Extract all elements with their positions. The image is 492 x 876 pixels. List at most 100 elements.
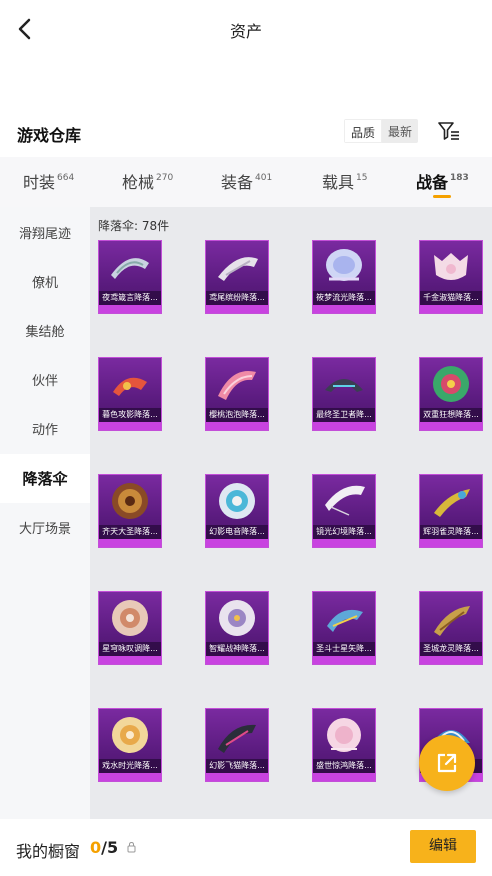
sort-quality-button[interactable]: 品质 (344, 119, 383, 143)
sidebar-item-partner[interactable]: 伙伴 (0, 355, 90, 404)
item-name: 双重狂想降落... (420, 408, 482, 422)
sidebar: 滑翔尾迹 僚机 集结舱 伙伴 动作 降落伞 大厅场景 (0, 207, 90, 819)
lock-icon (127, 841, 136, 853)
tab-label: 时装 (23, 173, 56, 192)
parachute-image (325, 379, 363, 392)
item-name: 戏水时光降落... (99, 759, 161, 773)
rarity-bar (420, 422, 482, 430)
parachute-image (218, 257, 258, 281)
tab-count: 664 (57, 172, 75, 183)
parachute-card[interactable]: 樱桃泡泡降落... (205, 357, 269, 431)
tab-fashion[interactable]: 时装 664 (23, 169, 74, 193)
filter-button[interactable] (436, 119, 462, 143)
top-bar: 资产 (0, 0, 492, 58)
sidebar-item-lobby-scene[interactable]: 大厅场景 (0, 503, 90, 552)
showcase-current: 0 (90, 838, 102, 857)
rarity-bar (313, 773, 375, 781)
rarity-bar (420, 305, 482, 313)
parachute-card[interactable]: 幻影飞猫降落... (205, 708, 269, 782)
external-link-icon (437, 753, 457, 773)
parachute-card[interactable]: 幻影电音降落... (205, 474, 269, 548)
parachute-card[interactable]: 齐天大圣降落... (98, 474, 162, 548)
sidebar-item-emote[interactable]: 动作 (0, 404, 90, 453)
showcase-bar: 我的橱窗 0/5 编辑 (0, 819, 492, 876)
warehouse-title: 游戏仓库 (17, 126, 82, 145)
item-name: 鸢尾缤纷降落... (206, 291, 268, 305)
item-name: 圣城龙灵降落... (420, 642, 482, 656)
parachute-image (112, 483, 148, 519)
showcase-total: /5 (101, 838, 119, 857)
rarity-bar (313, 539, 375, 547)
item-name: 盛世惊鸿降落... (313, 759, 375, 773)
rarity-bar (99, 773, 161, 781)
parachute-image (434, 606, 470, 636)
parachute-image (219, 483, 255, 519)
tab-count: 183 (450, 172, 469, 183)
sidebar-item-wingman[interactable]: 僚机 (0, 257, 90, 306)
parachute-card[interactable]: 星穹咏叹调降... (98, 591, 162, 665)
sort-latest-button[interactable]: 最新 (382, 119, 419, 143)
rarity-bar (99, 539, 161, 547)
item-name: 齐天大圣降落... (99, 525, 161, 539)
parachute-card[interactable]: 圣斗士星矢降... (312, 591, 376, 665)
parachute-card[interactable]: 夜鸢箴言降落... (98, 240, 162, 314)
rarity-bar (99, 656, 161, 664)
tab-count: 270 (156, 172, 174, 183)
tab-count: 15 (356, 172, 368, 183)
parachute-image (218, 371, 256, 400)
item-grid-panel: 降落伞: 78件 夜鸢箴言降落... 鸢尾缤纷降落... 筱梦流光降落... 千… (90, 207, 492, 819)
warehouse-toolbar: 游戏仓库 品质 最新 (0, 118, 492, 148)
parachute-image (327, 718, 361, 752)
rarity-bar (420, 656, 482, 664)
filter-icon (438, 122, 459, 140)
rarity-bar (206, 539, 268, 547)
parachute-image (112, 600, 148, 636)
parachute-card[interactable]: 双重狂想降落... (419, 357, 483, 431)
item-name: 暮色攻影降落... (99, 408, 161, 422)
parachute-card[interactable]: 智耀战神降落... (205, 591, 269, 665)
parachute-card[interactable]: 暮色攻影降落... (98, 357, 162, 431)
parachute-image (327, 609, 363, 632)
parachute-card[interactable]: 千金淑猫降落... (419, 240, 483, 314)
parachute-image (113, 377, 147, 396)
parachute-image (434, 489, 470, 517)
parachute-image (219, 600, 255, 636)
parachute-card[interactable]: 圣城龙灵降落... (419, 591, 483, 665)
tab-firearms[interactable]: 枪械 270 (122, 169, 173, 193)
rarity-bar (99, 422, 161, 430)
item-name: 辉羽雀灵降落... (420, 525, 482, 539)
share-button[interactable] (419, 735, 475, 791)
item-name: 幻影电音降落... (206, 525, 268, 539)
parachute-card[interactable]: 最终圣卫者降... (312, 357, 376, 431)
sidebar-item-parachute[interactable]: 降落伞 (0, 454, 90, 503)
parachute-image (433, 366, 469, 402)
tab-equipment[interactable]: 装备 401 (221, 169, 272, 193)
item-count-label: 降落伞: 78件 (98, 219, 170, 233)
parachute-card[interactable]: 镜光幻境降落... (312, 474, 376, 548)
parachute-card[interactable]: 戏水时光降落... (98, 708, 162, 782)
tab-label: 枪械 (122, 173, 155, 192)
tab-readiness[interactable]: 战备 183 (416, 169, 469, 193)
item-name: 圣斗士星矢降... (313, 642, 375, 656)
parachute-card[interactable]: 盛世惊鸿降落... (312, 708, 376, 782)
rarity-bar (206, 422, 268, 430)
sort-toggle: 品质 最新 (344, 119, 419, 143)
rarity-bar (313, 305, 375, 313)
parachute-card[interactable]: 辉羽雀灵降落... (419, 474, 483, 548)
parachute-card[interactable]: 筱梦流光降落... (312, 240, 376, 314)
rarity-bar (313, 422, 375, 430)
rarity-bar (206, 656, 268, 664)
rarity-bar (206, 773, 268, 781)
item-name: 星穹咏叹调降... (99, 642, 161, 656)
tab-count: 401 (255, 172, 273, 183)
sidebar-item-assembly-pod[interactable]: 集结舱 (0, 306, 90, 355)
sidebar-item-glide-trail[interactable]: 滑翔尾迹 (0, 208, 90, 257)
item-name: 最终圣卫者降... (313, 408, 375, 422)
item-name: 千金淑猫降落... (420, 291, 482, 305)
edit-button[interactable]: 编辑 (410, 830, 476, 863)
item-name: 夜鸢箴言降落... (99, 291, 161, 305)
parachute-card[interactable]: 鸢尾缤纷降落... (205, 240, 269, 314)
parachute-image (111, 258, 149, 279)
tab-vehicles[interactable]: 载具 15 (322, 169, 367, 193)
item-name: 幻影飞猫降落... (206, 759, 268, 773)
